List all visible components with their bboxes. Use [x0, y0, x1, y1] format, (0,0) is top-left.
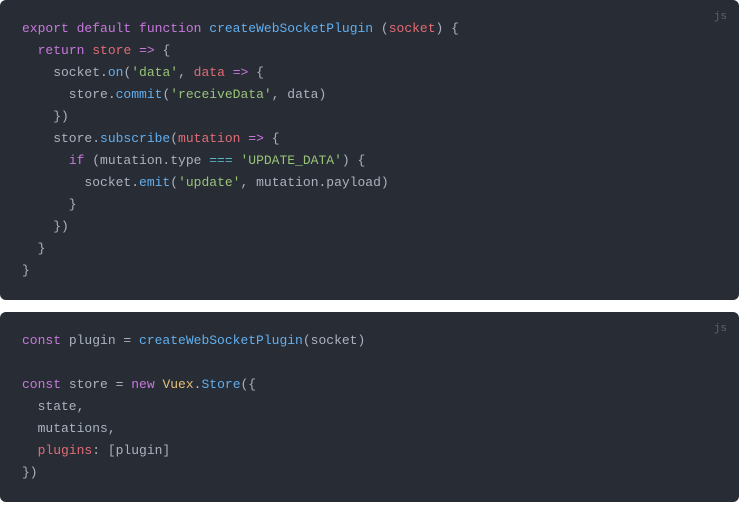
code-content: export default function createWebSocketP…: [22, 18, 717, 282]
code-block-1: jsconst plugin = createWebSocketPlugin(s…: [0, 312, 739, 502]
code-block-0: jsexport default function createWebSocke…: [0, 0, 739, 300]
code-content: const plugin = createWebSocketPlugin(soc…: [22, 330, 717, 484]
language-label: js: [714, 6, 727, 28]
language-label: js: [714, 318, 727, 340]
